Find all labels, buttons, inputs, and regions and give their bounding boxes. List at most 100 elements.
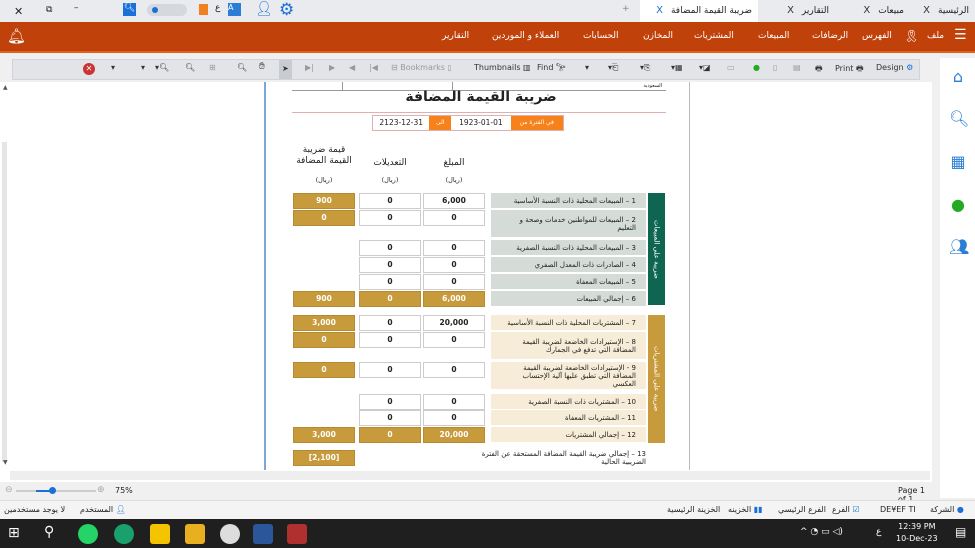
slack-app-icon[interactable] [220, 524, 240, 544]
tab-vat[interactable]: ضريبة القيمة المضافةX [640, 0, 758, 22]
note-icon[interactable] [199, 4, 208, 15]
language-indicator[interactable]: ع [876, 527, 881, 537]
tab-home[interactable]: الرئيسيةX [910, 0, 975, 22]
export-icon[interactable]: ▯ [773, 63, 777, 72]
to-date-field[interactable]: 2123-12-31 [373, 116, 429, 130]
row-label: 8 – الإستيرادات الخاضعة لضريبة القيمة ال… [491, 332, 646, 361]
system-tray-icons[interactable]: ^ ◔ ▭ ◁) [800, 527, 843, 537]
from-date-field[interactable]: 1923-01-01 [451, 116, 510, 130]
adjustment-cell: 0 [359, 240, 421, 256]
zoom-in-button[interactable]: ⊕ [97, 485, 105, 495]
bookmarks-button[interactable]: ⊟ Bookmarks ▯ [391, 63, 452, 72]
file-explorer-app-icon[interactable] [185, 524, 205, 544]
search-icon[interactable]: 🔍︎ [123, 3, 136, 16]
unit-label: (ريال) [315, 176, 333, 184]
close-window-button[interactable]: ✕ [14, 5, 23, 18]
language-indicator: ع [215, 3, 221, 13]
close-report-icon[interactable]: ✕ [83, 63, 95, 75]
quick-print-icon[interactable]: 🖶︎ [815, 63, 823, 77]
report-page: السعودية ضريبة القيمة المضافة 2123-12-31… [264, 82, 690, 470]
amount-cell: 6,000 [423, 291, 485, 307]
notifications-icon[interactable]: ▤ [955, 525, 966, 539]
print-setup-icon[interactable]: ▤ [793, 63, 801, 72]
watermark-icon[interactable]: ▾◪ [699, 63, 711, 72]
row-label: 12 – إجمالي المشتريات [491, 427, 646, 444]
menu-index[interactable]: الفهرس [862, 31, 892, 41]
print-button[interactable]: Print 🖶︎ [835, 63, 864, 77]
horizontal-scrollbar[interactable] [10, 471, 930, 480]
report-viewer-toolbar: ✕ ▾ ▾ ▾🔍︎ 🔍︎ ⊞ 🔍︎ ✋︎ ➤ ▶| ▶ ◀ |◀ ⊟ Bookm… [12, 59, 920, 80]
find-button[interactable]: Find 🔭︎ [537, 63, 566, 72]
menu-purchases[interactable]: المشتريات [694, 31, 734, 41]
toggle-switch[interactable] [147, 4, 187, 16]
menu-sales[interactable]: المبيعات [758, 31, 789, 41]
column-header-amount: المبلغ [443, 158, 465, 168]
menu-additions[interactable]: الرضافات [812, 31, 848, 41]
users-status: لا يوجد مستخدمين [4, 505, 66, 514]
zoom-page-icon[interactable]: 🔍︎ [237, 63, 247, 72]
save-icon[interactable]: ▭ [727, 63, 735, 72]
windows-start-icon[interactable]: ⊞ [8, 525, 20, 541]
amount-cell: 0 [423, 362, 485, 378]
dropdown-icon[interactable]: ▾ [585, 63, 589, 72]
zoom-out-icon[interactable]: ▾🔍︎ [155, 63, 169, 72]
next-page-icon[interactable]: ▶ [329, 63, 335, 72]
dropdown-icon[interactable]: ▾ [111, 63, 115, 72]
vertical-scrollbar[interactable] [2, 142, 7, 462]
search-icon[interactable]: ⚲ [44, 524, 54, 540]
zoom-bar: ⊖ ⊕ 75% Page 1 of 1 [0, 482, 932, 504]
page-size-icon[interactable]: ▾⎗ [608, 63, 618, 73]
zoom-dropdown-icon[interactable]: ▾ [141, 63, 145, 72]
settings-gear-icon[interactable]: ⚙ [279, 0, 294, 20]
thumbnails-button[interactable]: Thumbnails ▥ [474, 63, 531, 72]
user-icon[interactable]: 👤︎ [255, 1, 273, 17]
amount-cell: 20,000 [423, 427, 485, 443]
edge-app-icon[interactable] [114, 524, 134, 544]
search-icon[interactable]: 🔍︎ [949, 110, 969, 128]
zoom-slider[interactable] [16, 487, 96, 494]
branch-value: الفرع الرئيسي [778, 505, 826, 514]
hamburger-menu-icon[interactable]: ☰ [954, 27, 967, 43]
menu-customers-suppliers[interactable]: العملاء و الموردين [492, 31, 559, 41]
company-value: DE¥EF TI [880, 505, 916, 514]
scroll-down-arrow[interactable]: ▼ [3, 459, 8, 466]
amount-cell: 20,000 [423, 315, 485, 331]
adjustment-cell: 0 [359, 362, 421, 378]
minimize-window-button[interactable]: – [74, 3, 79, 13]
scroll-up-arrow[interactable]: ▲ [3, 84, 8, 91]
design-button[interactable]: Design ⚙ [876, 63, 913, 72]
vat-cell: 900 [293, 193, 355, 209]
users-icon[interactable]: 👥︎ [949, 238, 969, 256]
translate-icon[interactable]: A [228, 3, 241, 16]
clock[interactable]: 12:39 PM 10-Dec-23 [896, 522, 938, 543]
notification-bell-icon[interactable]: 🔔︎ [7, 27, 26, 45]
page-layout-icon[interactable]: ⊞ [209, 63, 216, 72]
prev-page-icon[interactable]: ◀ [349, 63, 355, 72]
tab-sales[interactable]: مبيعاتX [840, 0, 910, 22]
first-page-icon[interactable]: |◀ [369, 63, 378, 72]
new-tab-button[interactable]: + [622, 4, 630, 14]
grid-apps-icon[interactable]: ▦ [949, 153, 967, 171]
whatsapp-icon[interactable]: ● [949, 196, 967, 214]
menu-stores[interactable]: المخازن [643, 31, 673, 41]
adjustment-cell: 0 [359, 193, 421, 209]
whatsapp-icon[interactable]: ● [753, 63, 760, 72]
whatsapp-app-icon[interactable] [78, 524, 98, 544]
select-tool-icon[interactable]: ➤ [279, 60, 292, 79]
report-title: ضريبة القيمة المضافة [405, 89, 557, 105]
erp-app-icon[interactable] [287, 524, 307, 544]
menu-accounts[interactable]: الحسابات [583, 31, 619, 41]
zoom-out-button[interactable]: ⊖ [5, 485, 13, 495]
orientation-icon[interactable]: ▾⎘ [640, 63, 650, 73]
hand-tool-icon[interactable]: ✋︎ [259, 61, 265, 72]
home-icon[interactable]: ⌂ [949, 68, 967, 86]
margins-icon[interactable]: ▾▦ [671, 63, 683, 72]
last-page-icon[interactable]: ▶| [305, 63, 314, 72]
restore-window-button[interactable]: ⧉ [46, 5, 52, 15]
zoom-in-icon[interactable]: 🔍︎ [185, 63, 195, 72]
menu-file[interactable]: ملف [927, 31, 944, 41]
menu-reports[interactable]: التقارير [442, 31, 469, 41]
word-app-icon[interactable] [253, 524, 273, 544]
sticky-notes-app-icon[interactable] [150, 524, 170, 544]
tab-reports[interactable]: التقاريرX [760, 0, 835, 22]
